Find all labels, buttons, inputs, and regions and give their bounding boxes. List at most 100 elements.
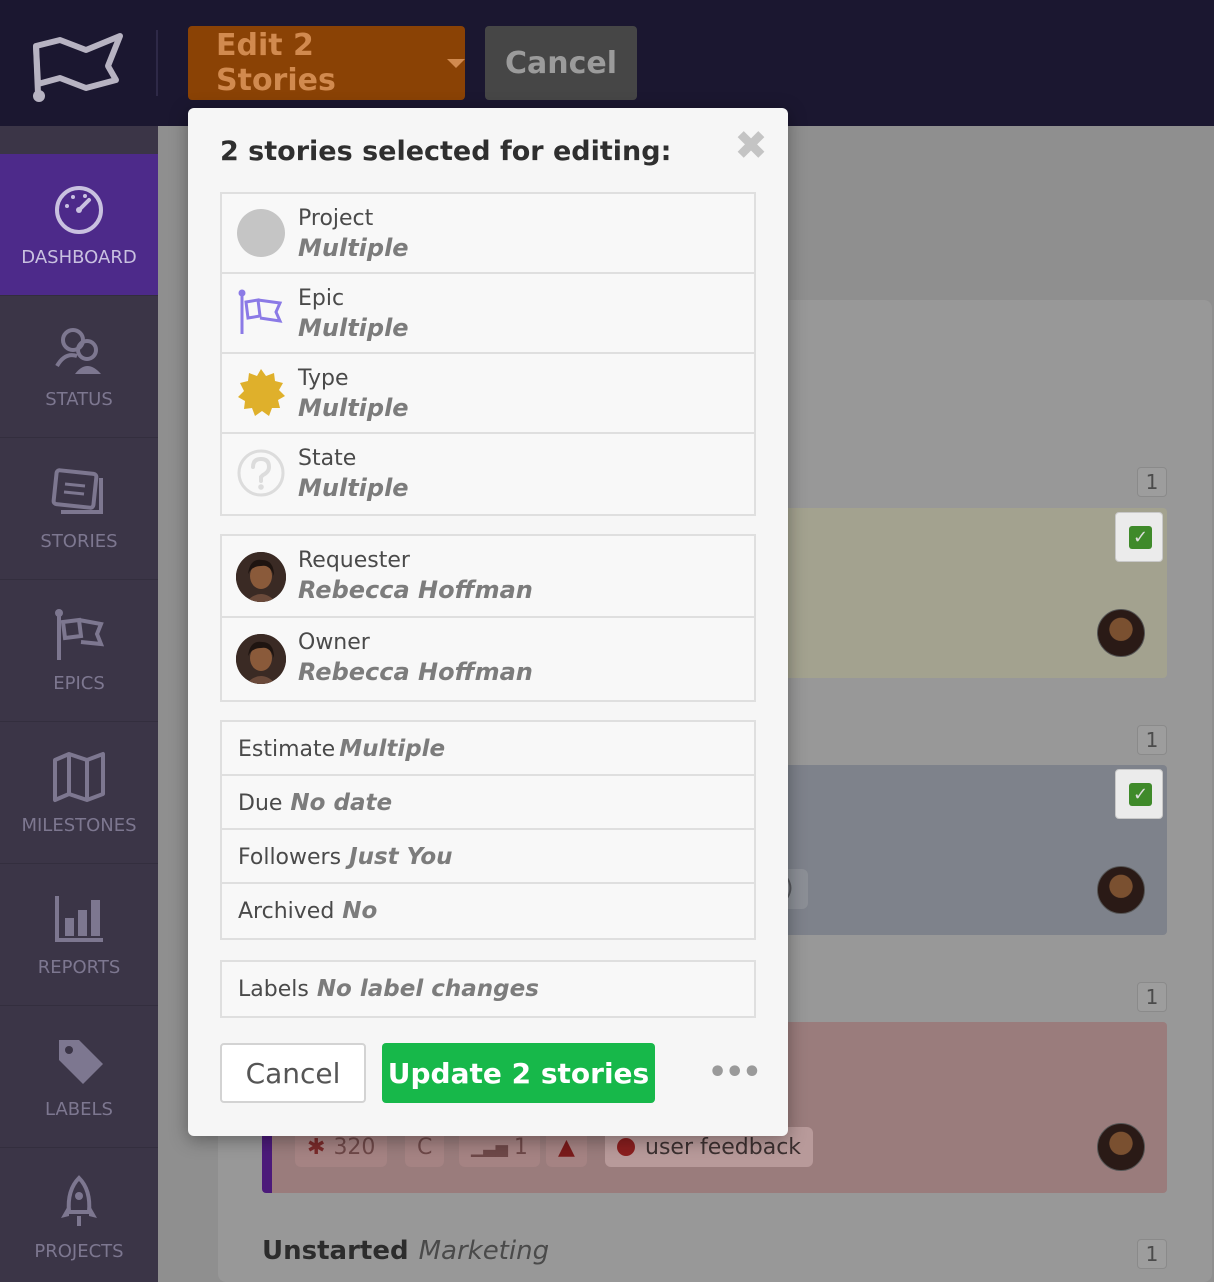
field-label: Requester [298, 548, 410, 573]
modal-title: 2 stories selected for editing: [220, 136, 672, 167]
milestones-icon [53, 752, 105, 802]
field-value: Multiple [298, 314, 409, 342]
field-value: Multiple [339, 736, 446, 762]
header-cancel-button[interactable]: Cancel [485, 26, 637, 100]
sidebar-item-label: REPORTS [37, 957, 121, 978]
person-avatar-icon [236, 634, 286, 684]
field-label: Estimate [238, 737, 336, 762]
sidebar-item-label: EPICS [53, 673, 105, 694]
sidebar-item-reports[interactable]: REPORTS [0, 864, 158, 1006]
check-icon: ✓ [1129, 526, 1152, 549]
sidebar-item-dashboard[interactable]: DASHBOARD [0, 154, 158, 296]
epic-field[interactable]: Epic Multiple [222, 274, 754, 354]
label-dot-icon [617, 1138, 635, 1156]
edit-stories-button[interactable]: Edit 2 Stories [188, 26, 465, 100]
avatar [236, 552, 286, 602]
labels-field[interactable]: Labels No label changes [222, 962, 754, 1016]
field-row-text: Followers Just You [238, 844, 453, 870]
sidebar-item-milestones[interactable]: MILESTONES [0, 722, 158, 864]
check-icon: ✓ [1129, 783, 1152, 806]
archived-field[interactable]: Archived No [222, 884, 754, 938]
field-row-text: Labels No label changes [238, 976, 539, 1002]
field-label: Followers [238, 845, 342, 870]
sidebar-item-label: MILESTONES [21, 815, 137, 836]
story-checkbox[interactable]: ✓ [1115, 769, 1163, 819]
cancel-button[interactable]: Cancel [220, 1043, 366, 1103]
field-label: Type [298, 366, 349, 391]
people-fields-group: Requester Rebecca Hoffman Owner Rebecca … [220, 534, 756, 702]
status-icon [55, 328, 101, 374]
column-count-badge: 1 [1137, 1239, 1167, 1269]
state-field[interactable]: State Multiple [222, 434, 754, 514]
reports-icon [55, 896, 103, 942]
bulk-edit-modal: 2 stories selected for editing: ✖ Projec… [188, 108, 788, 1136]
field-label: Labels [238, 977, 309, 1002]
owner-field[interactable]: Owner Rebecca Hoffman [222, 618, 754, 700]
sidebar-item-status[interactable]: STATUS [0, 296, 158, 438]
bug-icon: ✱ [307, 1134, 326, 1160]
field-value: Multiple [298, 234, 409, 262]
labels-fields-group: Labels No label changes [220, 960, 756, 1018]
field-value: Rebecca Hoffman [298, 658, 533, 686]
meta-fields-group: Estimate Multiple Due No date Followers Jus… [220, 720, 756, 940]
labels-icon [59, 1040, 103, 1084]
due-field[interactable]: Due No date [222, 776, 754, 830]
type-badge-icon [238, 369, 285, 416]
story-points-text: 1 [513, 1134, 528, 1160]
section-heading: Unstarted Marketing [262, 1236, 549, 1266]
projects-icon [61, 1175, 97, 1226]
close-icon[interactable]: ✖ [733, 126, 769, 166]
sidebar-item-epics[interactable]: EPICS [0, 580, 158, 722]
field-label: Due [238, 791, 283, 816]
sidebar-item-label: LABELS [45, 1099, 113, 1120]
dashboard-icon [55, 186, 103, 234]
signal-icon: ▁▃▅ [471, 1137, 508, 1157]
field-row-text: Archived No [238, 898, 377, 924]
field-value: Multiple [298, 394, 409, 422]
column-count-badge: 1 [1137, 467, 1167, 497]
sidebar-item-projects[interactable]: PROJECTS [0, 1148, 158, 1282]
story-fields-group: Project Multiple Epic Multiple Type Mult… [220, 192, 756, 516]
field-value: Just You [349, 844, 453, 870]
field-label: Epic [298, 286, 345, 311]
field-value: No date [290, 790, 393, 816]
estimate-field[interactable]: Estimate Multiple [222, 722, 754, 776]
field-label: State [298, 446, 357, 471]
story-card[interactable]: ✓ [770, 508, 1167, 678]
field-value: Multiple [298, 474, 409, 502]
person-avatar-icon [236, 552, 286, 602]
project-field[interactable]: Project Multiple [222, 194, 754, 274]
section-title: Unstarted [262, 1236, 409, 1266]
story-checkbox[interactable]: ✓ [1115, 512, 1163, 562]
avatar [1097, 866, 1145, 914]
avatar [236, 634, 286, 684]
project-circle-icon [237, 209, 285, 257]
avatar [1097, 1123, 1145, 1171]
field-label: Archived [238, 899, 335, 924]
story-card[interactable]: ✓ ) [770, 765, 1167, 935]
sidebar: DASHBOARD STATUS STORIES EPICS MILESTONE… [0, 126, 158, 1282]
requester-field[interactable]: Requester Rebecca Hoffman [222, 536, 754, 618]
column-count-badge: 1 [1137, 725, 1167, 755]
field-row-text: Due No date [238, 790, 392, 816]
epics-icon [55, 609, 105, 660]
type-field[interactable]: Type Multiple [222, 354, 754, 434]
sidebar-item-label: STORIES [40, 531, 118, 552]
sidebar-item-stories[interactable]: STORIES [0, 438, 158, 580]
field-value: No [342, 898, 378, 924]
logo-flag-icon[interactable] [28, 28, 128, 104]
field-value: Rebecca Hoffman [298, 576, 533, 604]
chevron-down-icon [447, 58, 465, 68]
more-options-icon[interactable]: ••• [708, 1058, 762, 1088]
avatar [1097, 609, 1145, 657]
sidebar-item-labels[interactable]: LABELS [0, 1006, 158, 1148]
column-count-badge: 1 [1137, 982, 1167, 1012]
label-chip-text: user feedback [645, 1134, 802, 1160]
followers-field[interactable]: Followers Just You [222, 830, 754, 884]
story-id-text: 320 [333, 1134, 376, 1160]
field-label: Owner [298, 630, 370, 655]
update-stories-button[interactable]: Update 2 stories [382, 1043, 655, 1103]
header-divider [156, 30, 158, 96]
sidebar-item-label: PROJECTS [34, 1241, 124, 1262]
section-project: Marketing [418, 1236, 550, 1266]
